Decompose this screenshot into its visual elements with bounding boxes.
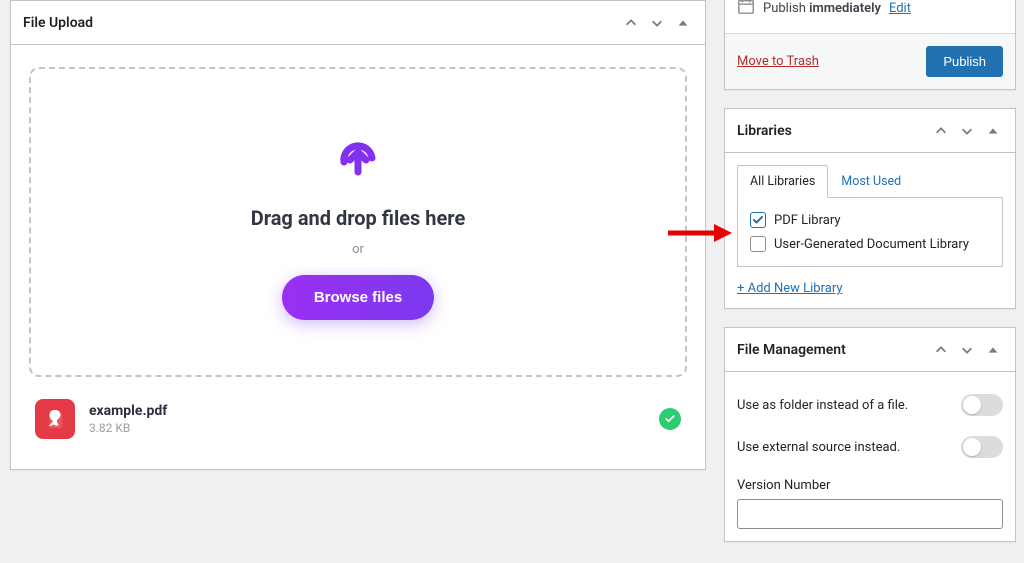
edit-schedule-link[interactable]: Edit bbox=[889, 1, 911, 16]
file-management-panel: File Management Use as folder instead of… bbox=[724, 327, 1016, 542]
collapse-toggle[interactable] bbox=[983, 121, 1003, 141]
libraries-header: Libraries bbox=[725, 109, 1015, 153]
libraries-tabs: All Libraries Most Used bbox=[737, 165, 1003, 198]
file-size: 3.82 KB bbox=[89, 421, 645, 435]
move-up-button[interactable] bbox=[931, 340, 951, 360]
use-as-folder-toggle[interactable] bbox=[961, 394, 1003, 416]
checkbox-unchecked-icon[interactable] bbox=[750, 236, 766, 252]
use-as-folder-row: Use as folder instead of a file. bbox=[737, 384, 1003, 426]
file-management-title: File Management bbox=[737, 342, 931, 358]
panel-handle-actions bbox=[931, 340, 1003, 360]
schedule-value: immediately bbox=[809, 1, 881, 16]
file-upload-header: File Upload bbox=[11, 1, 705, 45]
move-down-button[interactable] bbox=[647, 13, 667, 33]
browse-files-button[interactable]: Browse files bbox=[282, 275, 434, 320]
checkbox-checked-icon[interactable] bbox=[750, 212, 766, 228]
dropzone-heading: Drag and drop files here bbox=[51, 206, 665, 230]
publish-button[interactable]: Publish bbox=[926, 46, 1003, 77]
libraries-body: All Libraries Most Used PDF Library bbox=[725, 153, 1015, 308]
file-dropzone[interactable]: Drag and drop files here or Browse files bbox=[29, 67, 687, 377]
move-down-button[interactable] bbox=[957, 340, 977, 360]
move-up-button[interactable] bbox=[931, 121, 951, 141]
use-as-folder-label: Use as folder instead of a file. bbox=[737, 398, 908, 413]
move-up-button[interactable] bbox=[621, 13, 641, 33]
publish-panel: Publish immediately Edit Move to Trash P… bbox=[724, 0, 1016, 90]
calendar-icon bbox=[737, 0, 755, 19]
pdf-icon bbox=[35, 399, 75, 439]
version-number-block: Version Number bbox=[737, 468, 1003, 529]
use-external-source-toggle[interactable] bbox=[961, 436, 1003, 458]
cloud-upload-icon bbox=[326, 124, 390, 188]
library-item-user-generated[interactable]: User-Generated Document Library bbox=[748, 232, 992, 256]
publish-schedule-row: Publish immediately Edit bbox=[737, 0, 1003, 19]
file-management-body: Use as folder instead of a file. Use ext… bbox=[725, 372, 1015, 541]
move-to-trash-link[interactable]: Move to Trash bbox=[737, 54, 819, 69]
schedule-prefix: Publish bbox=[763, 1, 809, 16]
library-item-pdf[interactable]: PDF Library bbox=[748, 208, 992, 232]
add-new-library-link[interactable]: + Add New Library bbox=[737, 281, 843, 296]
publish-schedule-label: Publish immediately bbox=[763, 1, 881, 16]
collapse-toggle[interactable] bbox=[983, 340, 1003, 360]
uploaded-file-row: example.pdf 3.82 KB bbox=[23, 395, 693, 457]
library-item-label: User-Generated Document Library bbox=[774, 237, 969, 252]
dropzone-or-label: or bbox=[51, 242, 665, 257]
caret-up-icon bbox=[676, 16, 690, 30]
libraries-panel: Libraries All Libraries Most Used bbox=[724, 108, 1016, 309]
file-name: example.pdf bbox=[89, 403, 645, 419]
caret-up-icon bbox=[986, 343, 1000, 357]
caret-up-icon bbox=[986, 124, 1000, 138]
panel-handle-actions bbox=[931, 121, 1003, 141]
use-external-source-row: Use external source instead. bbox=[737, 426, 1003, 468]
upload-success-icon bbox=[659, 408, 681, 430]
file-upload-body: Drag and drop files here or Browse files… bbox=[11, 45, 705, 469]
library-item-label: PDF Library bbox=[774, 213, 841, 228]
chevron-up-icon bbox=[624, 16, 638, 30]
chevron-up-icon bbox=[934, 343, 948, 357]
publish-body: Publish immediately Edit Move to Trash P… bbox=[725, 0, 1015, 89]
chevron-down-icon bbox=[960, 124, 974, 138]
chevron-down-icon bbox=[960, 343, 974, 357]
file-upload-title: File Upload bbox=[23, 15, 621, 31]
use-external-source-label: Use external source instead. bbox=[737, 440, 900, 455]
file-upload-panel: File Upload bbox=[10, 0, 706, 470]
chevron-down-icon bbox=[650, 16, 664, 30]
version-number-label: Version Number bbox=[737, 478, 830, 493]
move-down-button[interactable] bbox=[957, 121, 977, 141]
version-number-input[interactable] bbox=[737, 499, 1003, 529]
file-management-header: File Management bbox=[725, 328, 1015, 372]
panel-handle-actions bbox=[621, 13, 693, 33]
collapse-toggle[interactable] bbox=[673, 13, 693, 33]
publish-actions: Move to Trash Publish bbox=[725, 33, 1015, 89]
libraries-checklist: PDF Library User-Generated Document Libr… bbox=[737, 197, 1003, 267]
file-meta: example.pdf 3.82 KB bbox=[89, 403, 645, 435]
tab-most-used[interactable]: Most Used bbox=[828, 165, 914, 198]
chevron-up-icon bbox=[934, 124, 948, 138]
libraries-title: Libraries bbox=[737, 123, 931, 139]
tab-all-libraries[interactable]: All Libraries bbox=[737, 165, 828, 198]
